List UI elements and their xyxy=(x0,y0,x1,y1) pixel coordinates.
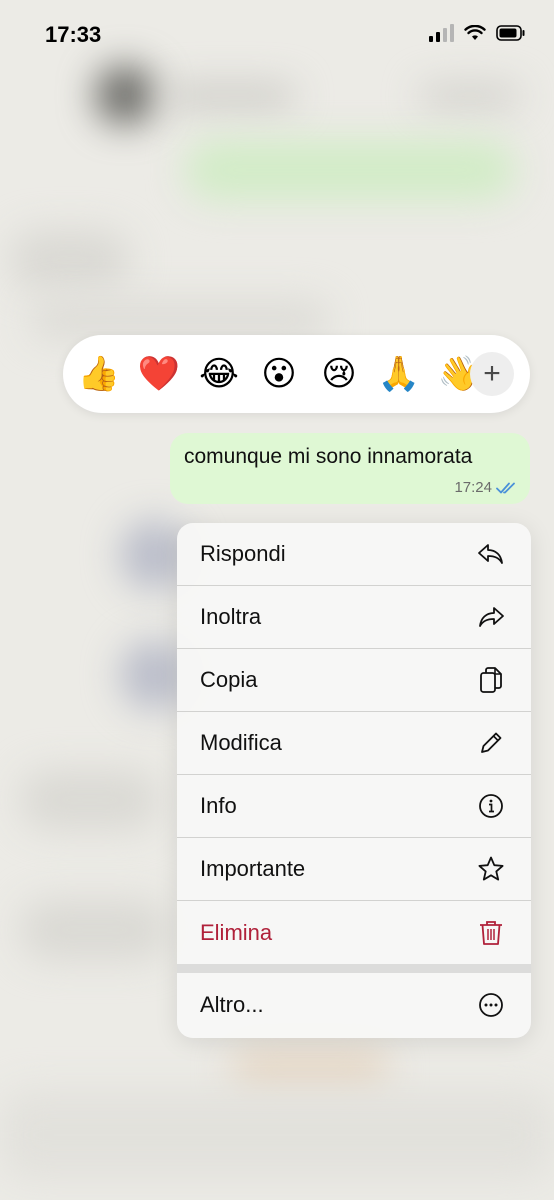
status-icons xyxy=(429,24,526,42)
reaction-thumbs-up[interactable]: 👍 xyxy=(78,354,120,394)
menu-item-label: Modifica xyxy=(200,730,282,755)
blurred-bubble xyxy=(20,900,170,960)
menu-item-edit[interactable]: Modifica xyxy=(177,712,531,775)
menu-item-label: Importante xyxy=(200,856,306,881)
menu-item-delete[interactable]: Elimina xyxy=(177,901,531,964)
blurred-bubble xyxy=(185,140,515,200)
blurred-header-icons xyxy=(420,85,520,107)
message-bubble[interactable]: comunque mi sono innamorata 17:24 xyxy=(170,433,530,504)
blurred-bubble xyxy=(30,300,330,340)
star-icon xyxy=(477,855,505,883)
menu-group-separator xyxy=(177,964,531,973)
pencil-icon xyxy=(477,729,505,757)
reply-icon xyxy=(477,540,505,568)
reaction-praying-hands[interactable]: 🙏 xyxy=(378,354,420,394)
reaction-bar: 👍 ❤️ 😂 😮 😢 🙏 👋 + xyxy=(63,335,530,413)
menu-item-label: Rispondi xyxy=(200,541,286,566)
info-icon xyxy=(477,792,505,820)
blurred-bubble xyxy=(230,1050,390,1090)
blurred-input-bar xyxy=(0,1090,554,1180)
menu-item-label: Inoltra xyxy=(200,604,262,629)
wifi-icon xyxy=(464,25,486,40)
reaction-crying[interactable]: 😢 xyxy=(319,354,359,394)
battery-icon xyxy=(496,25,525,41)
cellular-signal-icon xyxy=(429,24,454,42)
message-context-menu: Rispondi Inoltra Copia Modifica Info Imp… xyxy=(177,523,531,1038)
status-bar: 17:33 xyxy=(0,0,554,70)
menu-item-label: Info xyxy=(200,793,237,818)
blurred-header-name xyxy=(165,85,295,107)
more-reactions-button[interactable]: + xyxy=(470,352,514,396)
menu-item-star[interactable]: Importante xyxy=(177,838,531,901)
message-text: comunque mi sono innamorata xyxy=(184,445,473,468)
reaction-heart[interactable]: ❤️ xyxy=(138,354,180,394)
menu-item-reply[interactable]: Rispondi xyxy=(177,523,531,586)
message-time: 17:24 xyxy=(454,479,492,496)
reaction-surprised[interactable]: 😮 xyxy=(259,354,299,394)
read-receipt-icon xyxy=(496,482,515,493)
reaction-laughing[interactable]: 😂 xyxy=(199,354,239,394)
menu-item-label: Elimina xyxy=(200,919,273,945)
forward-icon xyxy=(477,603,505,631)
message-meta: 17:24 xyxy=(454,479,518,496)
menu-item-info[interactable]: Info xyxy=(177,775,531,838)
reaction-list: 👍 ❤️ 😂 😮 😢 🙏 👋 xyxy=(78,335,480,413)
status-time: 17:33 xyxy=(45,22,102,47)
blurred-avatar xyxy=(95,65,155,125)
more-icon xyxy=(477,991,505,1019)
menu-item-more[interactable]: Altro... xyxy=(177,973,531,1036)
menu-item-copy[interactable]: Copia xyxy=(177,649,531,712)
menu-item-label: Altro... xyxy=(200,991,264,1017)
copy-icon xyxy=(477,666,505,694)
blurred-bubble xyxy=(20,770,160,830)
trash-icon xyxy=(477,919,505,947)
blurred-bubble xyxy=(10,230,130,290)
menu-item-label: Copia xyxy=(200,667,258,692)
plus-icon: + xyxy=(483,357,501,390)
menu-item-forward[interactable]: Inoltra xyxy=(177,586,531,649)
